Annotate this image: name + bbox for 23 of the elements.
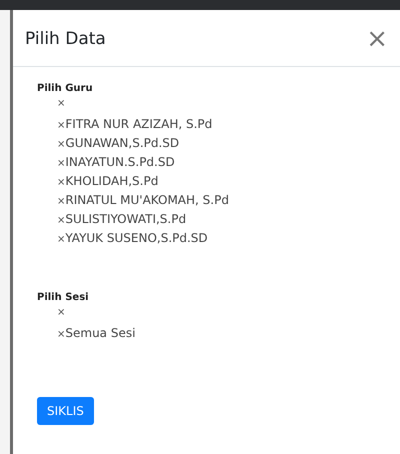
remove-mark[interactable]: ×: [57, 196, 66, 207]
remove-mark[interactable]: ×: [57, 139, 66, 150]
remove-mark[interactable]: ×: [57, 177, 66, 188]
option-label: RINATUL MU'AKOMAH, S.Pd: [65, 193, 229, 207]
remove-mark[interactable]: ×: [57, 98, 66, 109]
close-button[interactable]: ×: [362, 26, 392, 52]
option-label: YAYUK SUSENO,S.Pd.SD: [65, 231, 208, 245]
siklis-button[interactable]: SIKLIS: [37, 397, 94, 425]
option-label: GUNAWAN,S.Pd.SD: [65, 136, 180, 150]
option-label: KHOLIDAH,S.Pd: [65, 174, 158, 188]
option-label: Semua Sesi: [65, 326, 136, 340]
remove-mark[interactable]: ×: [57, 215, 66, 226]
modal-title: Pilih Data: [25, 29, 106, 49]
remove-mark[interactable]: ×: [57, 120, 66, 131]
remove-mark[interactable]: ×: [57, 329, 66, 340]
option-label: INAYATUN.S.Pd.SD: [65, 155, 175, 169]
field-label: Pilih Guru: [37, 83, 94, 94]
option-label: FITRA NUR AZIZAH, S.Pd: [65, 117, 212, 131]
remove-mark[interactable]: ×: [57, 158, 66, 169]
remove-mark[interactable]: ×: [57, 234, 66, 245]
field-label: Pilih Sesi: [37, 292, 90, 303]
option-label: SULISTIYOWATI,S.Pd: [65, 212, 186, 226]
remove-mark[interactable]: ×: [57, 307, 66, 318]
